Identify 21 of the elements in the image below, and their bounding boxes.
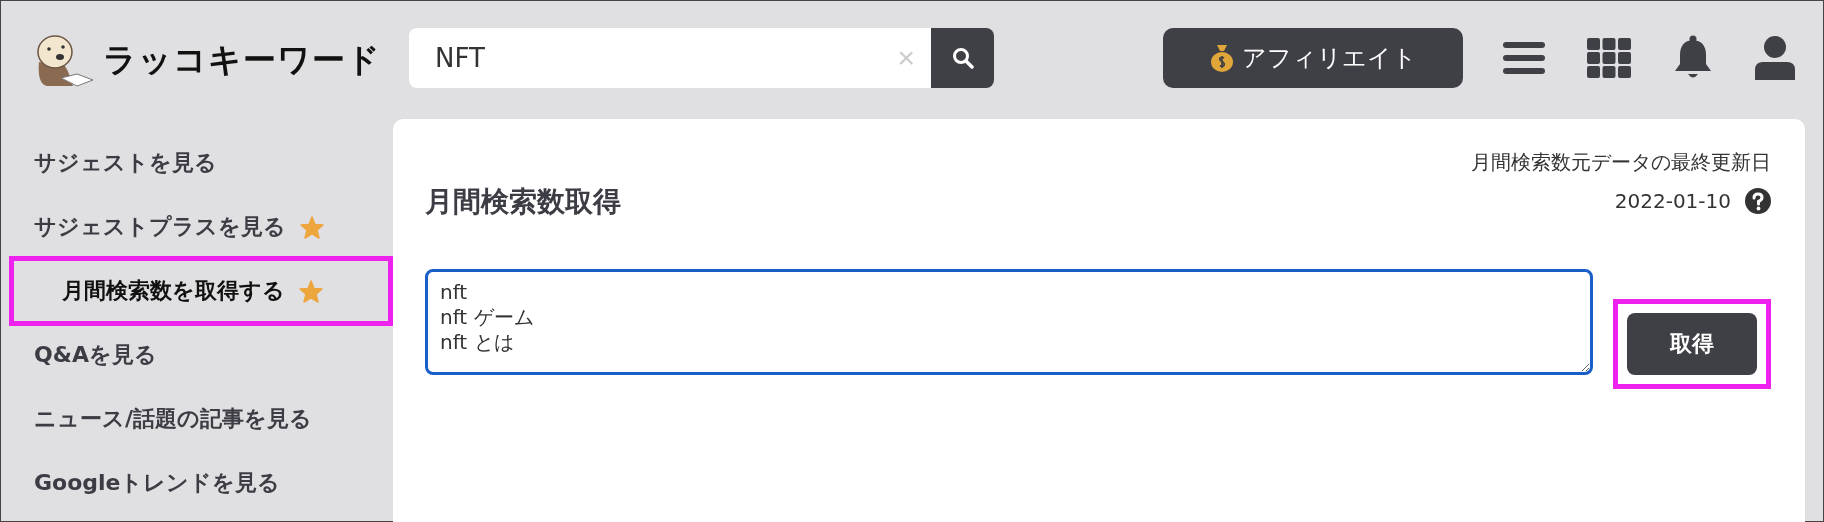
sidebar-item[interactable]: サジェストを見る (1, 131, 387, 195)
search-icon (951, 47, 974, 69)
search-field[interactable]: NFT × (409, 28, 931, 88)
menu-icon[interactable] (1503, 41, 1545, 75)
sidebar-item[interactable]: 月間検索数を取得する (9, 256, 393, 326)
money-bag-icon (1209, 43, 1234, 73)
help-icon[interactable] (1745, 188, 1771, 214)
update-date: 2022-01-10 (1614, 189, 1731, 213)
search-button[interactable] (931, 28, 994, 88)
sidebar-item[interactable]: ニュース/話題の記事を見る (1, 387, 387, 451)
sidebar-item[interactable]: Googleトレンドを見る (1, 451, 387, 515)
user-icon[interactable] (1755, 36, 1795, 80)
sidebar-item[interactable]: Q&Aを見る (1, 323, 387, 387)
submit-button[interactable]: 取得 (1627, 313, 1757, 375)
grid-icon[interactable] (1587, 38, 1631, 78)
page-title: 月間検索数取得 (425, 184, 621, 220)
logo-text: ラッコキーワード (103, 38, 381, 81)
sidebar-item[interactable]: サジェストプラスを見る (1, 195, 387, 259)
keyword-input[interactable]: nft nft ゲーム nft とは (425, 269, 1593, 375)
update-label: 月間検索数元データの最終更新日 (1471, 149, 1771, 176)
affiliate-button[interactable]: アフィリエイト (1163, 28, 1463, 88)
